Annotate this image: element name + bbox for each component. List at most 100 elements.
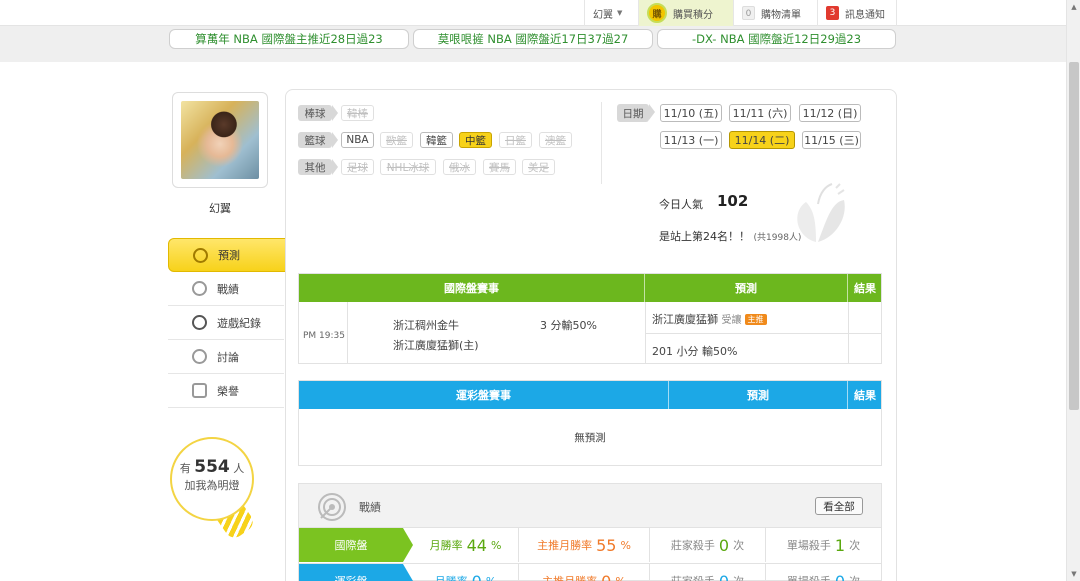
single-game-killer: 單場殺手0次 [765, 564, 881, 581]
intl-col-result: 結果 [854, 282, 876, 295]
stat-label: 單場殺手 [787, 573, 831, 581]
stat-unit: % [490, 538, 502, 552]
scrollbar-thumb[interactable] [1069, 62, 1079, 410]
sport-filter-selected[interactable]: 中籃 [459, 132, 492, 148]
menu-item-honors[interactable]: 榮譽 [168, 374, 284, 408]
avatar[interactable] [172, 92, 268, 188]
stat-label: 月勝率 [429, 539, 463, 552]
stat-unit: 次 [849, 573, 860, 581]
stat-label: 主推月勝率 [542, 573, 597, 581]
banker-killer: 莊家殺手0次 [649, 528, 765, 562]
main-pick-badge: 主推 [744, 314, 767, 325]
chevron-down-icon: ▼ [617, 9, 623, 17]
stat-value: 0 [718, 571, 730, 581]
popularity-value: 102 [717, 192, 749, 210]
sport-filter[interactable]: 韓棒 [341, 105, 374, 121]
buy-points-label: 購買積分 [673, 9, 713, 21]
date-option[interactable]: 11/13 (一) [660, 131, 722, 149]
date-option[interactable]: 11/15 (三) [802, 131, 861, 149]
date-header: 日期 [617, 104, 655, 122]
stat-label: 月勝率 [435, 573, 468, 581]
top-bar: 幻翼 ▼ 購購買積分 0 購物清單 3 訊息通知 [0, 0, 1066, 26]
date-option[interactable]: 11/11 (六) [729, 104, 791, 122]
no-predictions-text: 無預測 [574, 431, 606, 444]
records-header: 戰績 看全部 [299, 484, 881, 528]
record-row-label: 運彩盤 [299, 564, 413, 581]
page-scrollbar[interactable]: ▲ ▼ [1066, 0, 1080, 581]
stat-unit: 次 [849, 539, 861, 552]
date-option-selected[interactable]: 11/14 (二) [729, 131, 795, 149]
notification-count-badge: 3 [826, 6, 839, 20]
menu-item-predictions[interactable]: 預測 [168, 238, 299, 272]
sport-filter[interactable]: 足球 [341, 159, 374, 175]
stat-value: 0 [471, 571, 482, 581]
notifications-label: 訊息通知 [845, 9, 885, 21]
ticker-item[interactable]: 算萬年 NBA 國際盤主推近28日過23 [169, 29, 409, 49]
banker-killer: 莊家殺手0次 [649, 564, 765, 581]
stat-value: 55 [596, 535, 617, 555]
menu-item-label: 榮譽 [217, 384, 239, 398]
sport-filter[interactable]: 日籃 [499, 132, 532, 148]
scroll-down-icon[interactable]: ▼ [1067, 567, 1080, 581]
notifications-link[interactable]: 3 訊息通知 [817, 0, 897, 26]
menu-item-game-history[interactable]: 遊戲紀錄 [168, 306, 284, 340]
intl-col-event: 國際盤賽事 [299, 274, 645, 302]
ticker-zigzag-edge [0, 56, 1066, 64]
baseball-header: 棒球 [298, 105, 338, 121]
date-option[interactable]: 11/10 (五) [660, 104, 722, 122]
target-icon [193, 247, 208, 263]
records-title: 戰績 [359, 501, 381, 514]
sport-filter[interactable]: 俄冰 [443, 159, 476, 175]
live-col-prediction: 預測 [669, 381, 848, 409]
sport-filter[interactable]: 美足 [522, 159, 555, 175]
cart-label: 購物清單 [761, 9, 801, 21]
game-line: 3 分輸50% [540, 319, 597, 332]
sport-filter[interactable]: NBA [341, 132, 374, 148]
month-win-rate: 月勝率 44% [413, 528, 518, 562]
col-divider [347, 302, 348, 364]
sport-filter[interactable]: 澳籃 [539, 132, 572, 148]
other-sports-header: 其他 [298, 159, 338, 175]
points-icon: 購 [647, 3, 667, 23]
discussion-icon [192, 349, 207, 364]
menu-item-discussion[interactable]: 討論 [168, 340, 284, 374]
menu-item-records[interactable]: 戰績 [168, 272, 284, 306]
stat-label: 莊家殺手 [671, 573, 715, 581]
menu-item-label: 遊戲紀錄 [217, 316, 261, 330]
prediction-pick-total: 201 小分 輸50% [652, 345, 738, 358]
date-option[interactable]: 11/12 (日) [799, 104, 861, 122]
menu-item-label: 戰績 [217, 282, 239, 296]
sport-filter[interactable]: 韓籃 [420, 132, 453, 148]
stat-unit: % [615, 574, 626, 581]
sport-filter[interactable]: NHL冰球 [380, 159, 436, 175]
cart-link[interactable]: 0 購物清單 [733, 0, 817, 26]
single-game-killer: 單場殺手 1 次 [765, 528, 881, 562]
main-pick-win-rate: 主推月勝率 55% [518, 528, 649, 562]
medal-icon [192, 383, 207, 398]
cart-count-badge: 0 [742, 6, 755, 20]
sport-filter[interactable]: 歐籃 [380, 132, 413, 148]
user-menu[interactable]: 幻翼 ▼ [584, 0, 638, 26]
stat-value: 44 [466, 535, 487, 555]
scroll-up-icon[interactable]: ▲ [1067, 0, 1080, 14]
menu-item-label: 預測 [218, 249, 240, 262]
lightbulb-suffix: 人 [233, 462, 245, 475]
left-menu: 預測 戰績 遊戲紀錄 討論 榮譽 [168, 238, 299, 408]
sport-filter[interactable]: 賽馬 [483, 159, 516, 175]
view-all-button[interactable]: 看全部 [815, 497, 863, 515]
stat-unit: % [485, 574, 497, 581]
lightbulb-follow-widget[interactable]: 有 554 人 加我為明燈 [170, 437, 254, 521]
pick-tag: 受讓 [721, 315, 742, 326]
target-icon [318, 493, 346, 521]
main-pick-win-rate: 主推月勝率 0% [518, 564, 649, 581]
row-divider [645, 333, 882, 334]
stat-value: 0 [718, 535, 730, 555]
ticker-item[interactable]: 莫哏哏摌 NBA 國際盤近17日37過27 [413, 29, 653, 49]
ticker-item[interactable]: -DX- NBA 國際盤近12日29過23 [657, 29, 896, 49]
basketball-header: 籃球 [298, 132, 338, 148]
stat-label: 單場殺手 [786, 539, 831, 552]
records-box: 戰績 看全部 國際盤 月勝率 44% 主推月勝率 55% 莊家殺手 0 次 單場殺手 1 次… [298, 483, 882, 581]
buy-points-button[interactable]: 購購買積分 [638, 0, 733, 26]
circle-icon [192, 315, 207, 330]
pick-team: 浙江廣廈猛獅 [652, 313, 718, 326]
